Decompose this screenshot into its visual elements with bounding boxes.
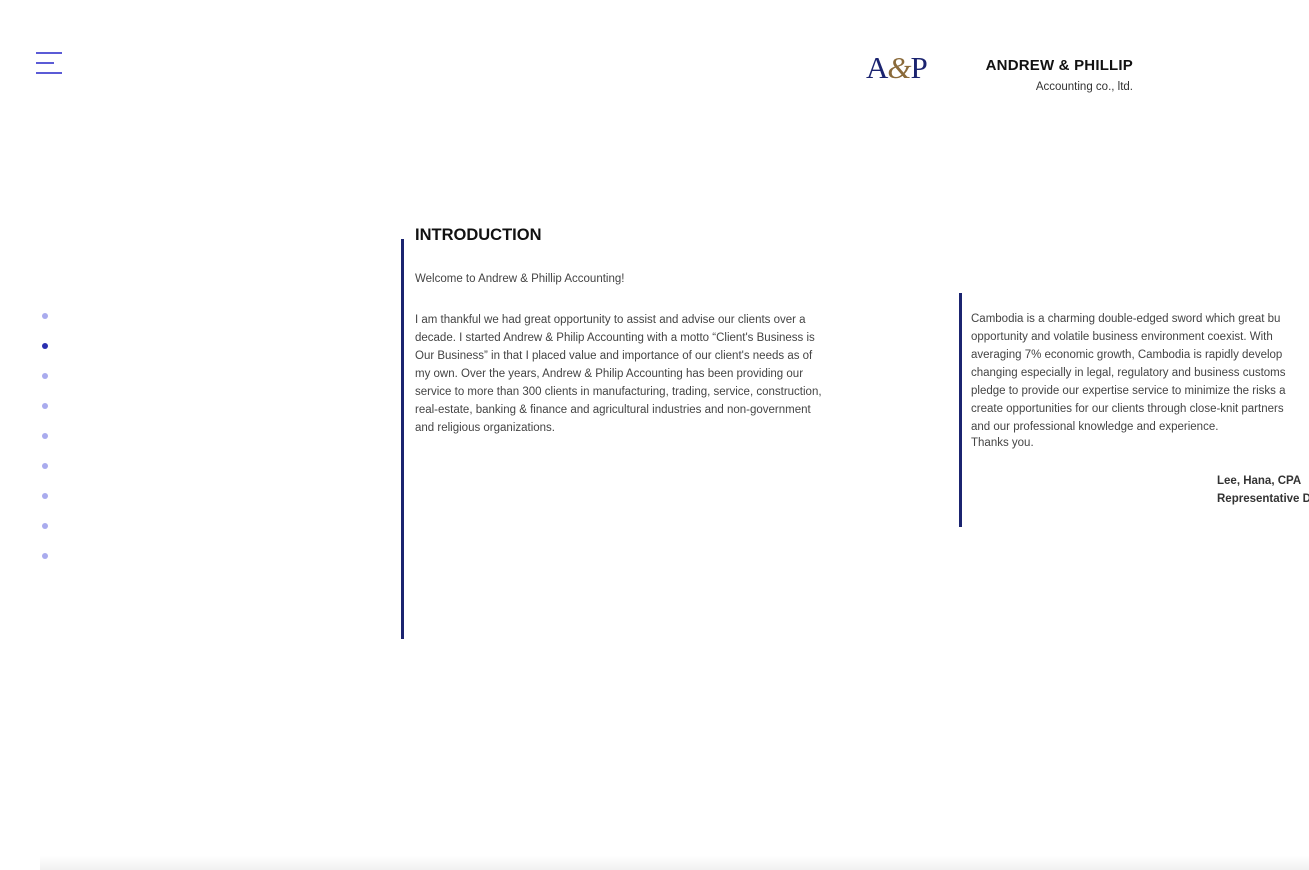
company-subtitle: Accounting co., ltd. [1035, 81, 1133, 93]
logo-ampersand: & [887, 50, 911, 85]
thanks-text: Thanks you. [971, 437, 1034, 449]
company-name: ANDREW & PHILLIP [985, 57, 1133, 74]
section-dot[interactable] [42, 523, 48, 529]
intro-divider-left [401, 239, 404, 639]
section-dot-active[interactable] [42, 343, 48, 349]
signer-name: Lee, Hana, CPA [1217, 475, 1302, 487]
menu-line [36, 52, 62, 54]
section-dot[interactable] [42, 313, 48, 319]
section-dot[interactable] [42, 493, 48, 499]
company-logo[interactable]: A&P [866, 50, 928, 86]
section-dot[interactable] [42, 463, 48, 469]
intro-paragraph-left: I am thankful we had great opportunity t… [415, 314, 822, 434]
page: A&P ANDREW & PHILLIP Accounting co., ltd… [0, 0, 1309, 870]
logo-letter-a: A [866, 50, 888, 85]
signer-title: Representative D [1217, 493, 1309, 505]
intro-paragraph-right: Cambodia is a charming double-edged swor… [971, 313, 1286, 433]
section-dot[interactable] [42, 373, 48, 379]
menu-line [36, 62, 54, 64]
intro-divider-right [959, 293, 962, 527]
section-dot[interactable] [42, 403, 48, 409]
menu-line [36, 72, 62, 74]
hamburger-menu-icon[interactable] [36, 51, 62, 75]
section-dot-nav [40, 313, 52, 583]
logo-letter-p: P [910, 50, 928, 85]
section-dot[interactable] [42, 433, 48, 439]
section-dot[interactable] [42, 553, 48, 559]
welcome-text: Welcome to Andrew & Phillip Accounting! [415, 273, 625, 285]
bottom-shadow [40, 856, 1309, 870]
section-title: INTRODUCTION [415, 226, 542, 244]
